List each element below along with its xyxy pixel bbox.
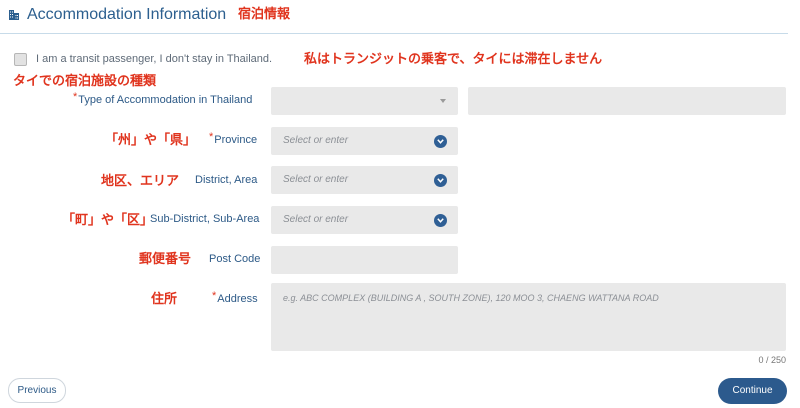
post-code-annotation: 郵便番号	[139, 252, 192, 267]
building-icon	[9, 10, 19, 20]
sub-district-label: Sub-District, Sub-Area	[150, 213, 260, 225]
required-mark: *	[73, 91, 78, 103]
district-select[interactable]: Select or enter	[271, 166, 458, 194]
sub-district-annotation: 「町」や「区」	[62, 213, 154, 228]
chevron-down-icon[interactable]	[434, 214, 447, 227]
chevron-down-icon[interactable]	[434, 135, 447, 148]
accommodation-type-label: *Type of Accommodation in Thailand	[73, 91, 253, 107]
address-label: *Address	[212, 290, 258, 306]
chevron-down-icon[interactable]	[434, 174, 447, 187]
province-label: *Province	[209, 131, 258, 147]
sub-district-select[interactable]: Select or enter	[271, 206, 458, 234]
address-placeholder: e.g. ABC COMPLEX (BUILDING A , SOUTH ZON…	[283, 293, 659, 303]
province-select[interactable]: Select or enter	[271, 127, 458, 155]
sub-district-placeholder: Select or enter	[283, 214, 349, 225]
required-mark: *	[212, 290, 217, 302]
accommodation-type-other-input[interactable]	[468, 87, 786, 115]
district-label: District, Area	[195, 174, 258, 186]
continue-button[interactable]: Continue	[718, 378, 787, 404]
post-code-label: Post Code	[209, 253, 261, 265]
address-annotation: 住所	[151, 292, 178, 307]
chevron-down-icon	[440, 99, 446, 103]
district-placeholder: Select or enter	[283, 174, 349, 185]
section-title: Accommodation Information	[27, 6, 227, 23]
address-label-text: Address	[217, 293, 258, 305]
character-counter: 0 / 250	[758, 355, 786, 365]
province-annotation: 「州」や「県」	[105, 133, 197, 148]
transit-annotation: 私はトランジットの乗客で、タイには滞在しません	[304, 52, 603, 67]
accommodation-type-select[interactable]	[271, 87, 458, 115]
accommodation-type-annotation: タイでの宿泊施設の種類	[13, 74, 157, 89]
section-title-annotation: 宿泊情報	[238, 7, 291, 22]
transit-checkbox[interactable]	[14, 53, 27, 66]
transit-checkbox-label[interactable]: I am a transit passenger, I don't stay i…	[36, 53, 272, 66]
previous-button[interactable]: Previous	[8, 378, 66, 403]
required-mark: *	[209, 131, 214, 143]
address-textarea[interactable]: e.g. ABC COMPLEX (BUILDING A , SOUTH ZON…	[271, 283, 786, 351]
district-annotation: 地区、エリア	[101, 174, 180, 189]
post-code-input[interactable]	[271, 246, 458, 274]
province-label-text: Province	[214, 134, 258, 146]
province-placeholder: Select or enter	[283, 135, 349, 146]
section-header: Accommodation Information	[0, 0, 788, 34]
accommodation-type-label-text: Type of Accommodation in Thailand	[78, 94, 253, 106]
